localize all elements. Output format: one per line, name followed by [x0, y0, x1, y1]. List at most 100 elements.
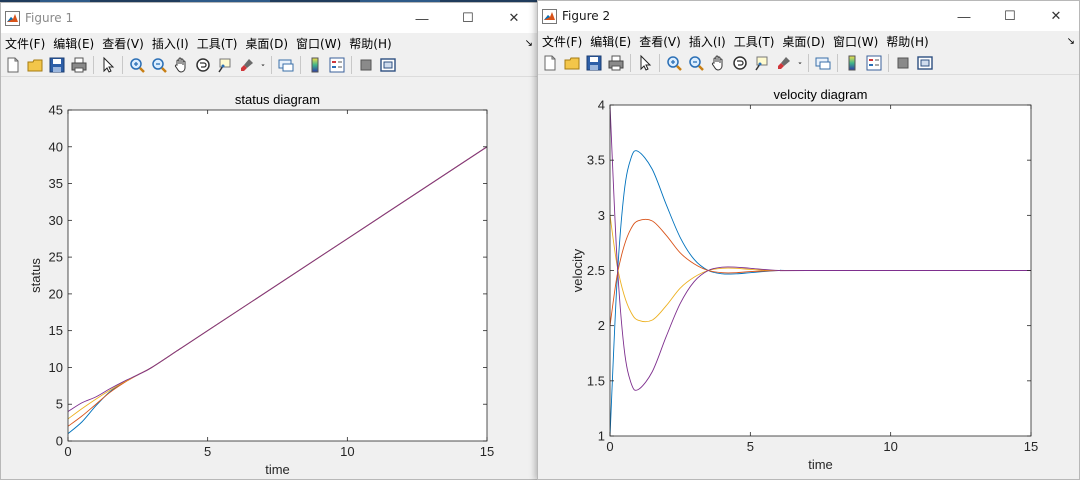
status-chart[interactable]: 0 5 10 15 0 5 10 15 20 25 30 35 40 45 status diagram ti… [1, 78, 538, 480]
menu-desktop[interactable]: 桌面(D) [778, 33, 829, 50]
menu-desktop[interactable]: 桌面(D) [241, 35, 292, 52]
zoom-out-button[interactable] [685, 52, 707, 74]
axes-background [68, 110, 487, 441]
y-tick-label: 40 [49, 139, 63, 154]
matlab-logo-icon [542, 8, 557, 24]
toolbar-separator [300, 55, 301, 74]
data-cursor-button[interactable] [214, 54, 236, 76]
legend-button[interactable] [863, 52, 885, 74]
new-figure-button[interactable] [2, 54, 24, 76]
menu-window[interactable]: 窗口(W) [829, 33, 882, 50]
menu-tools[interactable]: 工具(T) [730, 33, 779, 50]
x-tick-label: 15 [1024, 439, 1038, 454]
link-plot-icon [278, 59, 294, 71]
zoom-in-icon [130, 57, 145, 73]
toolbar-separator [271, 55, 272, 74]
y-tick-label: 15 [49, 323, 63, 338]
toolbar-separator [888, 53, 889, 72]
close-button[interactable]: ✕ [491, 3, 537, 33]
y-tick-label: 20 [49, 286, 63, 301]
title-bar[interactable]: Figure 2 — ☐ ✕ [538, 1, 1079, 31]
colorbar-icon [848, 55, 856, 70]
brush-button[interactable] [773, 52, 795, 74]
menu-insert[interactable]: 插入(I) [685, 33, 730, 50]
x-tick-label: 0 [606, 439, 613, 454]
save-button[interactable] [583, 52, 605, 74]
data-cursor-button[interactable] [751, 52, 773, 74]
menu-tools[interactable]: 工具(T) [193, 35, 242, 52]
save-button[interactable] [46, 54, 68, 76]
menu-view[interactable]: 查看(V) [98, 35, 148, 52]
zoom-out-button[interactable] [148, 54, 170, 76]
pointer-icon [640, 54, 652, 71]
menu-edit[interactable]: 编辑(E) [586, 33, 635, 50]
pan-hand-button[interactable] [707, 52, 729, 74]
maximize-button[interactable]: ☐ [445, 3, 491, 33]
zoom-in-button[interactable] [663, 52, 685, 74]
y-tick-label: 30 [49, 213, 63, 228]
title-bar[interactable]: Figure 1 — ☐ ✕ [1, 3, 537, 33]
y-tick-label: 1.5 [587, 373, 605, 388]
pointer-button[interactable] [634, 52, 656, 74]
new-figure-button[interactable] [539, 52, 561, 74]
menu-help[interactable]: 帮助(H) [882, 33, 932, 50]
dropdown-arrow-icon [798, 61, 802, 64]
zoom-in-button[interactable] [126, 54, 148, 76]
print-button[interactable] [605, 52, 627, 74]
y-tick-label: 1 [598, 429, 605, 444]
legend-button[interactable] [326, 54, 348, 76]
dock-arrow-icon[interactable]: ↘ [525, 38, 533, 49]
open-file-icon [27, 59, 43, 71]
colorbar-button[interactable] [841, 52, 863, 74]
menu-bar: 文件(F) 编辑(E) 查看(V) 插入(I) 工具(T) 桌面(D) 窗口(W… [538, 31, 1079, 51]
menu-file[interactable]: 文件(F) [1, 35, 49, 52]
dock-arrow-icon[interactable]: ↘ [1067, 36, 1075, 47]
hide-plot-tools-button[interactable] [355, 54, 377, 76]
minimize-button[interactable]: — [399, 3, 445, 33]
hide-plot-tools-button[interactable] [892, 52, 914, 74]
rotate-3d-button[interactable] [729, 52, 751, 74]
menu-window[interactable]: 窗口(W) [292, 35, 345, 52]
x-tick-label: 10 [883, 439, 897, 454]
velocity-chart[interactable]: 0 5 10 15 1 1.5 2 2.5 3 3.5 4 velocity diagram time v… [538, 76, 1080, 480]
pan-hand-button[interactable] [170, 54, 192, 76]
y-tick-label: 5 [56, 397, 63, 412]
pan-hand-icon [174, 57, 186, 73]
show-plot-tools-button[interactable] [377, 54, 399, 76]
menu-file[interactable]: 文件(F) [538, 33, 586, 50]
menu-edit[interactable]: 编辑(E) [49, 35, 98, 52]
brush-button[interactable] [236, 54, 258, 76]
colorbar-icon [311, 57, 319, 72]
toolbar-separator [122, 55, 123, 74]
open-file-button[interactable] [561, 52, 583, 74]
y-tick-label: 2.5 [587, 263, 605, 278]
maximize-button[interactable]: ☐ [987, 1, 1033, 31]
minimize-button[interactable]: — [941, 1, 987, 31]
zoom-in-icon [667, 55, 682, 71]
open-file-button[interactable] [24, 54, 46, 76]
show-plot-tools-button[interactable] [914, 52, 936, 74]
plot-area[interactable]: 0 5 10 15 0 5 10 15 20 25 30 35 40 45 status diagram ti… [1, 78, 537, 479]
menu-view[interactable]: 查看(V) [635, 33, 685, 50]
link-plot-icon [815, 57, 831, 69]
show-plot-tools-icon [380, 57, 396, 72]
zoom-out-icon [689, 55, 704, 71]
rotate-3d-icon [196, 57, 210, 72]
menu-help[interactable]: 帮助(H) [345, 35, 395, 52]
legend-icon [329, 57, 345, 72]
plot-area[interactable]: 0 5 10 15 1 1.5 2 2.5 3 3.5 4 velocity diagram time v… [538, 76, 1079, 479]
pointer-button[interactable] [97, 54, 119, 76]
pan-hand-icon [711, 55, 723, 71]
colorbar-button[interactable] [304, 54, 326, 76]
link-plot-button[interactable] [275, 54, 297, 76]
toolbar-separator [630, 53, 631, 72]
print-button[interactable] [68, 54, 90, 76]
menu-bar: 文件(F) 编辑(E) 查看(V) 插入(I) 工具(T) 桌面(D) 窗口(W… [1, 33, 537, 53]
dropdown-arrow-button[interactable] [795, 52, 805, 74]
dropdown-arrow-button[interactable] [258, 54, 268, 76]
y-axis-label: status [28, 258, 43, 293]
link-plot-button[interactable] [812, 52, 834, 74]
close-button[interactable]: ✕ [1033, 1, 1079, 31]
menu-insert[interactable]: 插入(I) [148, 35, 193, 52]
rotate-3d-button[interactable] [192, 54, 214, 76]
